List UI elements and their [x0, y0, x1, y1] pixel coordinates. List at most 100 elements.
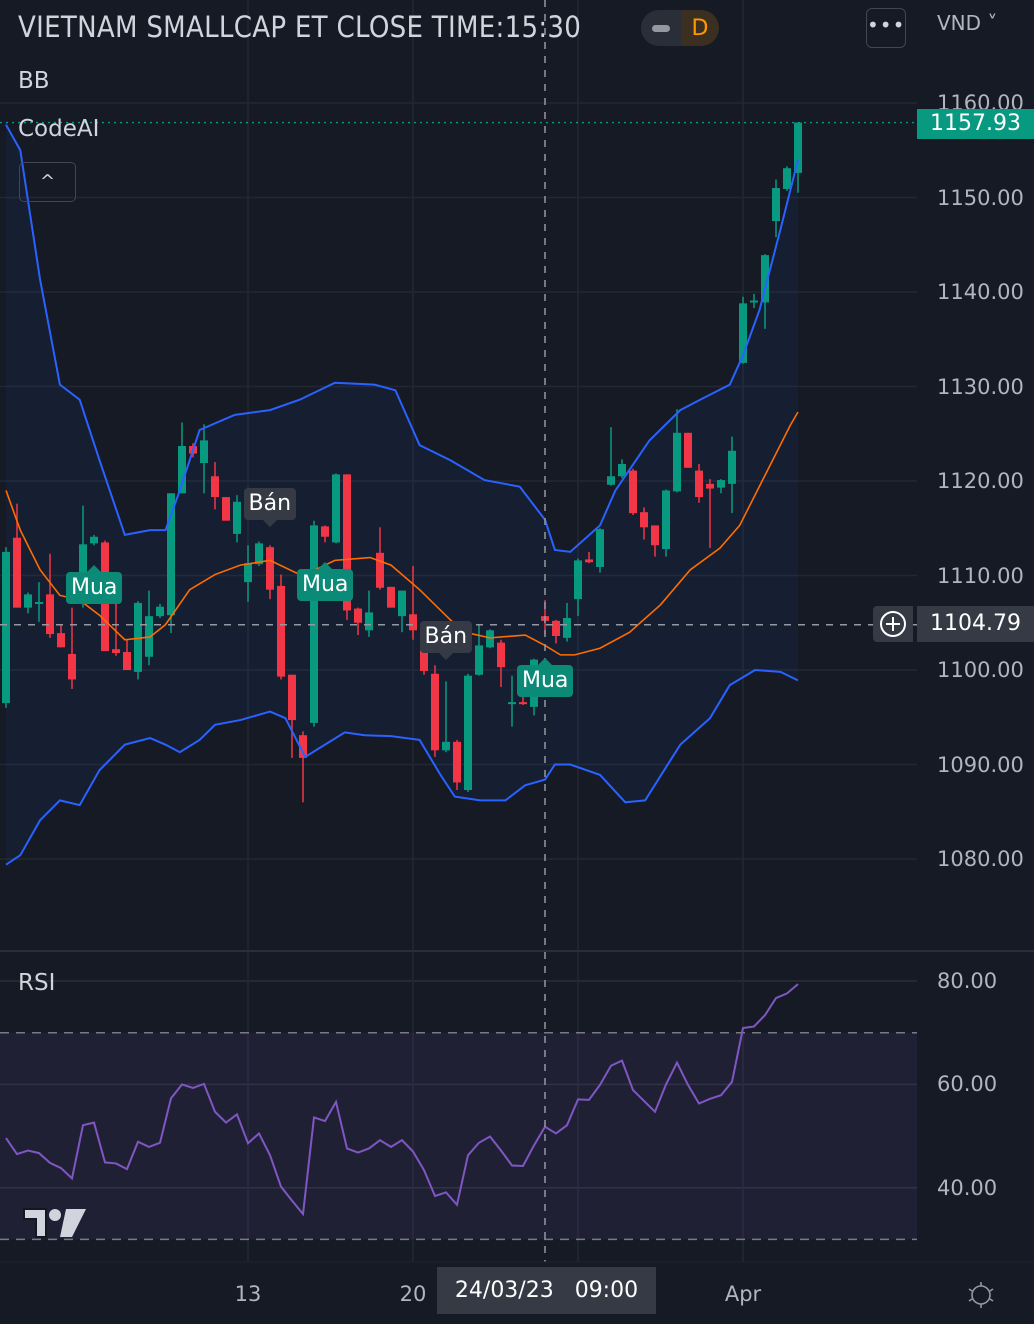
- candle-body: [629, 470, 637, 514]
- candle: [772, 179, 780, 238]
- candle-body: [750, 300, 758, 303]
- rsi-pane: [0, 983, 917, 1241]
- candle-body: [431, 673, 439, 751]
- candle-body: [46, 594, 54, 635]
- candle-body: [332, 474, 340, 543]
- candle: [299, 731, 307, 803]
- more-options-button[interactable]: •••: [866, 8, 906, 48]
- candle-body: [277, 585, 285, 677]
- sun-settings-icon: [968, 1282, 994, 1308]
- candle-body: [475, 645, 483, 675]
- rsi-tick-label: 40.00: [937, 1175, 998, 1200]
- crosshair-date-label: 24/03/23 09:00: [437, 1267, 656, 1314]
- candle: [288, 674, 296, 758]
- add-alert-button[interactable]: [873, 606, 913, 642]
- legend-codeai[interactable]: CodeAI: [18, 116, 99, 142]
- candle-body: [772, 188, 780, 222]
- candle: [2, 547, 10, 708]
- candle-body: [442, 741, 450, 751]
- candle: [277, 574, 285, 680]
- chart-title: VIETNAM SMALLCAP ET CLOSE TIME:15:30: [18, 10, 582, 44]
- price-tick-label: 1110.00: [937, 563, 1024, 588]
- plus-circle-icon: [880, 611, 906, 637]
- candle: [629, 468, 637, 516]
- price-tick-label: 1090.00: [937, 752, 1024, 777]
- candle-body: [13, 537, 21, 608]
- candle-body: [266, 547, 274, 590]
- chart-canvas[interactable]: [0, 0, 1034, 1324]
- legend-rsi[interactable]: RSI: [18, 970, 55, 996]
- candle-body: [607, 476, 615, 485]
- candle-body: [387, 586, 395, 608]
- candle: [750, 293, 758, 309]
- candle-body: [706, 483, 714, 489]
- candle-body: [288, 674, 296, 721]
- candle: [332, 473, 340, 544]
- chevron-up-icon: ^: [39, 171, 56, 192]
- candle-body: [519, 702, 527, 705]
- last-price-label: 1157.93: [917, 109, 1034, 139]
- candle-body: [57, 633, 65, 648]
- candle-body: [167, 493, 175, 616]
- interval-badge[interactable]: D: [641, 10, 719, 46]
- candle-body: [112, 649, 120, 653]
- candle-body: [563, 618, 571, 638]
- candle-body: [321, 526, 329, 537]
- buy-signal-label: Mua: [66, 565, 123, 605]
- sell-signal-label: Bán: [419, 620, 473, 660]
- candle-body: [794, 122, 802, 173]
- candle-body: [684, 432, 692, 468]
- time-tick-label: Apr: [724, 1282, 762, 1306]
- candle-body: [574, 560, 582, 600]
- price-tick-label: 1080.00: [937, 847, 1024, 871]
- candle-body: [409, 614, 417, 631]
- candle: [222, 497, 230, 521]
- candle: [134, 601, 142, 680]
- market-status-icon: [641, 10, 681, 46]
- candle: [310, 520, 318, 727]
- candle-body: [376, 552, 384, 588]
- rsi-tick-label: 60.00: [937, 1072, 998, 1097]
- candle-body: [486, 630, 494, 648]
- candle-body: [453, 741, 461, 783]
- candle: [596, 528, 604, 573]
- price-tick-label: 1120.00: [937, 469, 1024, 493]
- bollinger-band-fill: [6, 124, 798, 865]
- candle-body: [464, 675, 472, 791]
- candle-body: [728, 450, 736, 484]
- candle-body: [596, 529, 604, 567]
- price-tick-label: 1100.00: [937, 658, 1024, 682]
- candle-body: [618, 463, 626, 477]
- crosshair-price-label: 1104.79: [917, 606, 1034, 642]
- chart-settings-button[interactable]: [966, 1280, 996, 1314]
- candle: [431, 665, 439, 757]
- candle-body: [398, 590, 406, 617]
- candle-body: [783, 168, 791, 189]
- candle-body: [211, 476, 219, 498]
- currency-selector[interactable]: VND ˅: [937, 11, 997, 35]
- candle-body: [640, 512, 648, 528]
- candle-body: [35, 601, 43, 604]
- candle: [783, 166, 791, 191]
- legend-bb[interactable]: BB: [18, 68, 50, 94]
- collapse-legend-button[interactable]: ^: [19, 162, 76, 202]
- price-tick-label: 1140.00: [937, 280, 1024, 304]
- candle-body: [156, 606, 164, 617]
- candle-body: [508, 702, 516, 705]
- rsi-tick-label: 80.00: [937, 969, 998, 994]
- candle-body: [585, 559, 593, 563]
- candle-body: [497, 642, 505, 668]
- candle: [464, 673, 472, 792]
- candle-body: [24, 594, 32, 608]
- buy-signal-label: Mua: [517, 657, 574, 697]
- candle-body: [662, 490, 670, 550]
- candle-body: [2, 551, 10, 704]
- candle-body: [651, 525, 659, 546]
- interval-label: D: [681, 10, 719, 46]
- candle: [607, 427, 615, 486]
- candle-body: [673, 432, 681, 492]
- time-tick-label: 13: [234, 1282, 262, 1306]
- candle-body: [68, 653, 76, 680]
- candle-body: [717, 480, 725, 488]
- tradingview-logo[interactable]: [22, 1205, 88, 1245]
